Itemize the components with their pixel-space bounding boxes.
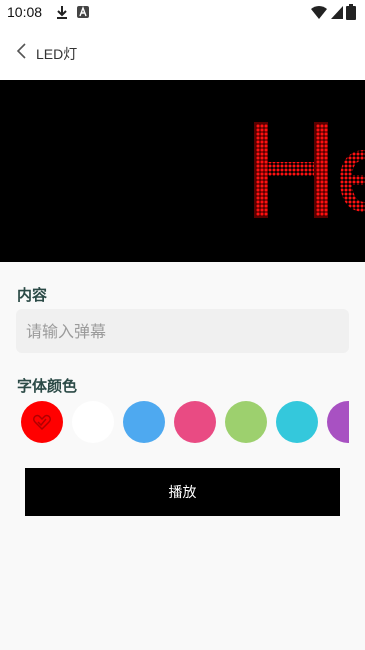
top-app-bar: LED灯 [0, 24, 365, 80]
heart-check-icon [32, 412, 52, 432]
color-swatch-white[interactable] [72, 401, 114, 443]
chevron-left-icon[interactable] [12, 41, 32, 61]
led-text-h [254, 122, 328, 218]
color-swatch-cyan[interactable] [276, 401, 318, 443]
download-icon [54, 4, 70, 20]
led-text-e [340, 150, 365, 212]
led-preview [0, 80, 365, 262]
color-swatch-purple[interactable] [327, 401, 349, 443]
app-a-icon [75, 4, 91, 20]
status-time: 10:08 [7, 4, 43, 20]
page-title: LED灯 [36, 46, 78, 62]
danmaku-input[interactable] [16, 309, 349, 353]
content-label: 内容 [17, 286, 48, 304]
screen: 10:08 LED灯 内容 请输入弹幕 字体颜色 播放 [0, 0, 365, 650]
color-swatch-green[interactable] [225, 401, 267, 443]
wifi-icon [311, 4, 327, 20]
status-bar: 10:08 [0, 0, 365, 24]
color-swatch-blue[interactable] [123, 401, 165, 443]
font-color-label: 字体颜色 [17, 377, 78, 395]
battery-icon [346, 4, 356, 20]
color-swatch-red[interactable] [21, 401, 63, 443]
settings-panel: 内容 字体颜色 播放 [0, 262, 365, 650]
color-swatch-list [21, 401, 349, 445]
signal-icon [329, 4, 345, 20]
play-button[interactable]: 播放 [25, 468, 340, 516]
color-swatch-pink[interactable] [174, 401, 216, 443]
content-input-wrapper [16, 309, 349, 353]
led-matrix [254, 122, 365, 218]
